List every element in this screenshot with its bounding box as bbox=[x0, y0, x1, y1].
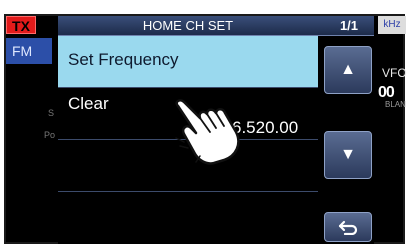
vfo-label: VFO bbox=[382, 66, 407, 80]
dialog-header: HOME CH SET 1/1 bbox=[58, 16, 374, 36]
menu-item-set-frequency[interactable]: Set Frequency bbox=[58, 36, 318, 88]
scroll-down-button[interactable]: ▼ bbox=[324, 131, 372, 179]
menu-item-label: Clear bbox=[68, 94, 109, 113]
menu-item-empty bbox=[58, 192, 318, 244]
unit-badge: kHz bbox=[378, 16, 406, 34]
return-button[interactable] bbox=[324, 212, 372, 242]
page-indicator: 1/1 bbox=[339, 18, 359, 33]
menu-item-label: Set Frequency bbox=[68, 50, 179, 69]
tx-badge: TX bbox=[6, 16, 36, 34]
s-meter-label: S bbox=[48, 108, 55, 118]
return-icon bbox=[337, 219, 359, 235]
down-arrow-icon: ▼ bbox=[340, 146, 356, 163]
dialog-title: HOME CH SET bbox=[142, 18, 234, 33]
top-strip bbox=[0, 0, 409, 6]
scroll-controls: ▲ ▼ bbox=[320, 36, 374, 244]
pointing-hand-icon bbox=[170, 98, 250, 168]
radio-screen: TX FM S Po kHz VFO 00 BLAN HOME CH SET 1… bbox=[0, 0, 409, 244]
scroll-up-button[interactable]: ▲ bbox=[324, 46, 372, 94]
po-meter-label: Po bbox=[44, 130, 56, 140]
up-arrow-icon: ▲ bbox=[340, 61, 356, 78]
blank-label: BLAN bbox=[385, 100, 406, 109]
mode-badge: FM bbox=[6, 38, 52, 64]
